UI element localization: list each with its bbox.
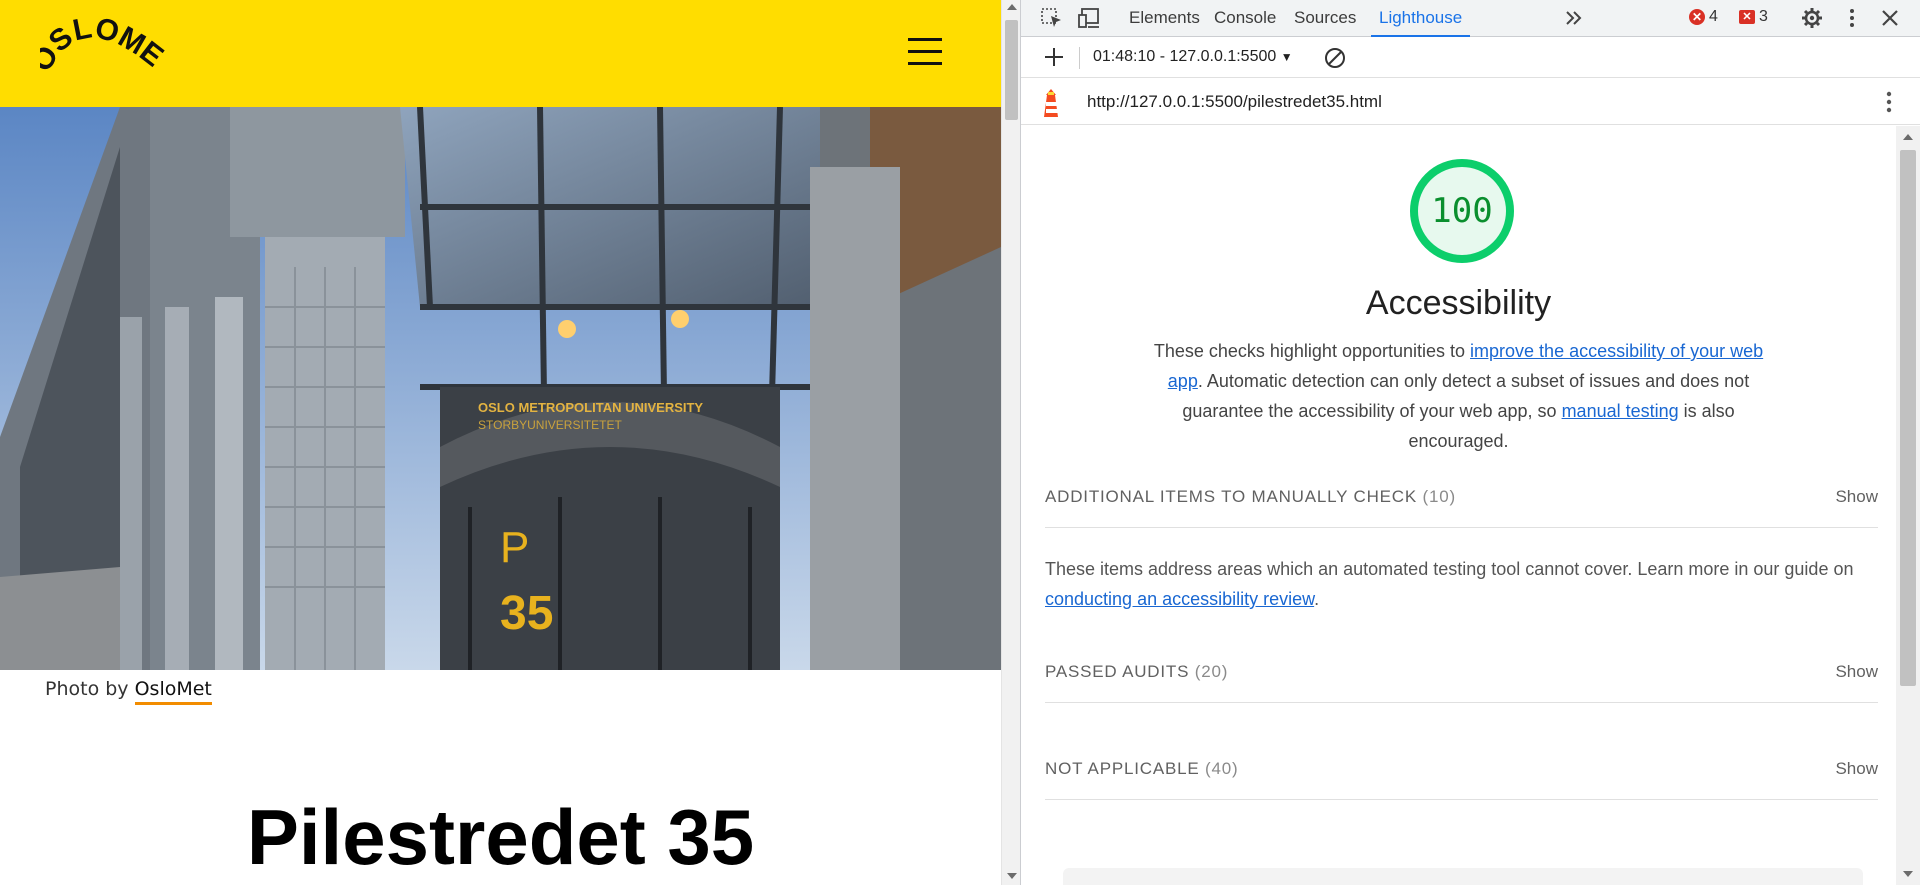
report-selector-value: 01:48:10 - 127.0.0.1:5500 xyxy=(1093,48,1277,65)
lighthouse-url-bar: http://127.0.0.1:5500/pilestredet35.html xyxy=(1021,79,1920,125)
clear-reports-icon[interactable] xyxy=(1323,46,1347,70)
page-scrollbar[interactable] xyxy=(1001,0,1020,885)
accessibility-review-link[interactable]: conducting an accessibility review xyxy=(1045,589,1314,609)
report-scrollbar-thumb[interactable] xyxy=(1900,150,1916,686)
show-toggle[interactable]: Show xyxy=(1835,487,1878,507)
error-count: 4 xyxy=(1709,8,1718,25)
audited-url: http://127.0.0.1:5500/pilestredet35.html xyxy=(1087,92,1382,111)
more-options-icon[interactable] xyxy=(1839,6,1865,30)
report-scrollbar[interactable] xyxy=(1896,126,1920,885)
scroll-up-arrow-icon[interactable] xyxy=(1007,4,1017,10)
group-manual-checks[interactable]: Additional items to manually check (10) … xyxy=(1045,472,1878,528)
devtools-panel: Elements Console Sources Lighthouse ✕ 4 … xyxy=(1020,0,1920,885)
inspect-element-icon[interactable] xyxy=(1039,6,1065,30)
hamburger-menu-icon[interactable] xyxy=(908,38,942,66)
toolbar-divider xyxy=(1079,47,1080,69)
new-report-plus-icon[interactable] xyxy=(1041,44,1067,70)
photo-credit-link[interactable]: OsloMet xyxy=(134,678,212,705)
caret-down-icon: ▼ xyxy=(1280,50,1293,64)
group-title: Passed audits (20) xyxy=(1045,662,1229,681)
group-title: Not applicable (40) xyxy=(1045,759,1239,778)
lighthouse-report: 100 Accessibility These checks highlight… xyxy=(1021,126,1920,885)
device-toolbar-icon[interactable] xyxy=(1077,6,1103,30)
show-toggle[interactable]: Show xyxy=(1835,759,1878,779)
caption-prefix: Photo by xyxy=(45,678,129,700)
photo-caption: Photo by OsloMet xyxy=(45,678,212,705)
issue-count: 3 xyxy=(1759,8,1768,25)
error-count-badge[interactable]: ✕ 4 xyxy=(1689,8,1718,26)
manual-check-description: These items address areas which an autom… xyxy=(1045,554,1875,614)
show-toggle[interactable]: Show xyxy=(1835,662,1878,682)
issue-icon: ✕ xyxy=(1739,10,1755,24)
score-value: 100 xyxy=(1431,191,1493,231)
lighthouse-toolbar: 01:48:10 - 127.0.0.1:5500 ▼ xyxy=(1021,38,1920,78)
tab-console[interactable]: Console xyxy=(1206,0,1284,37)
svg-text:P: P xyxy=(500,523,529,572)
scroll-down-arrow-icon[interactable] xyxy=(1007,873,1017,879)
guide-end: . xyxy=(1314,589,1320,609)
guide-text: These items address areas which an autom… xyxy=(1045,559,1854,579)
gear-icon[interactable] xyxy=(1799,6,1825,30)
error-icon: ✕ xyxy=(1689,9,1705,25)
svg-text:STORBYUNIVERSITETET: STORBYUNIVERSITETET xyxy=(478,418,622,432)
manual-testing-link[interactable]: manual testing xyxy=(1562,401,1679,421)
tab-sources[interactable]: Sources xyxy=(1286,0,1364,37)
group-passed-audits[interactable]: Passed audits (20) Show xyxy=(1045,647,1878,703)
tab-lighthouse[interactable]: Lighthouse xyxy=(1371,0,1471,37)
page-title: Pilestredet 35 xyxy=(246,793,755,881)
svg-text:OSLO METROPOLITAN UNIVERSITY: OSLO METROPOLITAN UNIVERSITY xyxy=(478,400,703,415)
devtools-toolbar: Elements Console Sources Lighthouse ✕ 4 … xyxy=(1021,0,1920,37)
svg-text:OSLOMET: OSLOMET xyxy=(40,12,169,77)
close-icon[interactable] xyxy=(1877,6,1903,30)
site-header: OSLOMET xyxy=(0,0,1001,107)
group-not-applicable[interactable]: Not applicable (40) Show xyxy=(1045,744,1878,800)
chevron-double-right-icon[interactable] xyxy=(1561,6,1587,30)
report-selector[interactable]: 01:48:10 - 127.0.0.1:5500 ▼ xyxy=(1093,48,1293,66)
svg-text:35: 35 xyxy=(500,587,553,640)
category-description: These checks highlight opportunities to … xyxy=(1151,336,1766,456)
page-scrollbar-thumb[interactable] xyxy=(1005,20,1018,120)
tab-elements[interactable]: Elements xyxy=(1121,0,1208,37)
report-menu-icon[interactable] xyxy=(1879,89,1899,115)
lighthouse-logo-icon xyxy=(1044,89,1058,117)
category-title: Accessibility xyxy=(1365,284,1552,322)
web-page-viewport: OSLOMET xyxy=(0,0,1001,885)
desc-text-1: These checks highlight opportunities to xyxy=(1153,341,1471,361)
report-footer-card xyxy=(1063,868,1863,885)
issue-count-badge[interactable]: ✕ 3 xyxy=(1739,8,1768,26)
scroll-down-arrow-icon[interactable] xyxy=(1903,871,1913,877)
group-title: Additional items to manually check (10) xyxy=(1045,487,1456,506)
hero-photo: OSLO METROPOLITAN UNIVERSITY STORBYUNIVE… xyxy=(0,107,1001,670)
scroll-up-arrow-icon[interactable] xyxy=(1903,134,1913,140)
oslomet-logo[interactable]: OSLOMET xyxy=(40,12,170,92)
